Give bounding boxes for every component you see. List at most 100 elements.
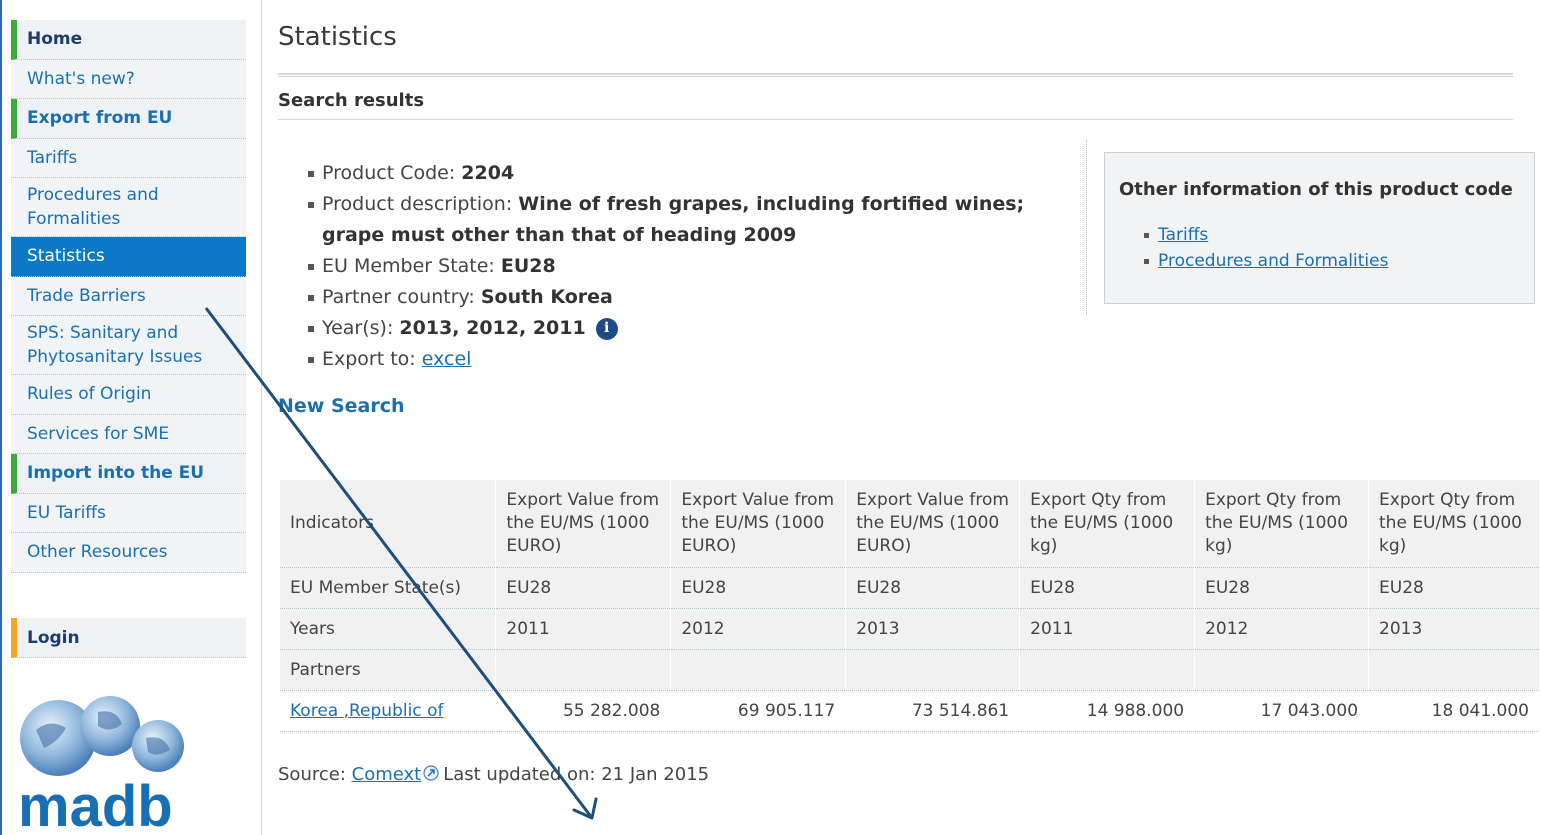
table-cell: EU Member State(s) <box>280 567 497 609</box>
list-item: Procedures and Formalities <box>1144 248 1534 274</box>
madb-logo: madb <box>18 696 184 830</box>
sidebar-item-label: Other Resources <box>27 542 168 563</box>
logo-text: madb <box>18 774 173 830</box>
partner-value: South Korea <box>480 286 613 308</box>
sidebar-item-label: EU Tariffs <box>27 502 106 523</box>
sidebar-item-whats-new[interactable]: What's new? <box>11 59 246 99</box>
sidebar-item-label: Rules of Origin <box>27 384 152 405</box>
sidebar-item-other-resources[interactable]: Other Resources <box>11 533 246 573</box>
last-updated-text: Last updated on: 21 Jan 2015 <box>443 764 710 785</box>
description-label: Product description: <box>322 193 513 215</box>
sidebar-item-label: Trade Barriers <box>27 285 146 306</box>
sidebar-item-eu-tariffs[interactable]: EU Tariffs <box>11 493 246 533</box>
table-header-row: Indicators Export Value from the EU/MS (… <box>280 480 1540 568</box>
sidebar-edge <box>0 0 2 835</box>
list-item: Product Code: 2204 <box>308 158 1088 189</box>
sidebar-item-label: Export from EU <box>27 108 173 129</box>
table-row: Korea ,Republic of 55 282.008 69 905.117… <box>280 690 1540 732</box>
table-header-cell: Indicators <box>280 480 497 568</box>
table-cell <box>1194 649 1370 691</box>
sidebar-item-label: Import into the EU <box>27 463 205 484</box>
other-info-box: Other information of this product code T… <box>1104 152 1535 304</box>
login-link[interactable]: Login <box>11 618 246 658</box>
table-cell: 2011 <box>1019 608 1196 650</box>
table-header-cell: Export Qty from the EU/MS (1000 kg) <box>1194 480 1370 568</box>
table-cell: Korea ,Republic of <box>280 690 497 732</box>
member-state-value: EU28 <box>500 255 556 277</box>
table-cell: 17 043.000 <box>1194 690 1370 732</box>
sidebar-item-home[interactable]: Home <box>11 20 246 60</box>
table-cell: 55 282.008 <box>495 690 672 732</box>
info-icon[interactable]: i <box>595 317 618 340</box>
sidebar-item-sps[interactable]: SPS: Sanitary and Phytosanitary Issues <box>11 316 246 375</box>
table-cell: EU28 <box>670 567 847 609</box>
table-cell <box>495 649 672 691</box>
sidebar-item-label: Procedures and Formalities <box>27 185 159 229</box>
table-cell: 2013 <box>1368 608 1540 650</box>
sidebar: Home What's new? Export from EU Tariffs … <box>0 0 262 835</box>
member-state-label: EU Member State: <box>322 255 495 277</box>
sidebar-item-services-sme[interactable]: Services for SME <box>11 414 246 454</box>
product-code-label: Product Code: <box>322 162 456 184</box>
partner-link[interactable]: Korea ,Republic of <box>290 701 443 721</box>
partner-label: Partner country: <box>322 286 475 308</box>
new-search-link[interactable]: New Search <box>278 395 405 417</box>
table-cell: 73 514.861 <box>845 690 1021 732</box>
list-item: Year(s): 2013, 2012, 2011 i <box>308 313 1088 344</box>
years-value: 2013, 2012, 2011 <box>399 317 586 339</box>
sidebar-item-label: Tariffs <box>27 147 78 168</box>
table-cell: 18 041.000 <box>1368 690 1540 732</box>
product-code-value: 2204 <box>461 162 515 184</box>
table-cell: 2012 <box>670 608 847 650</box>
list-item: Product description: Wine of fresh grape… <box>308 189 1088 251</box>
sidebar-item-label: Home <box>27 29 83 50</box>
other-info-procedures-link[interactable]: Procedures and Formalities <box>1158 251 1388 271</box>
table-cell: 2011 <box>495 608 672 650</box>
table-cell <box>670 649 847 691</box>
section-title: Search results <box>278 90 425 111</box>
external-link-icon[interactable] <box>423 765 439 781</box>
table-cell: 14 988.000 <box>1019 690 1196 732</box>
source-label: Source: <box>278 764 346 785</box>
table-cell: 2012 <box>1194 608 1370 650</box>
sidebar-item-tariffs[interactable]: Tariffs <box>11 138 246 178</box>
table-cell <box>1368 649 1540 691</box>
sidebar-item-label: SPS: Sanitary and Phytosanitary Issues <box>27 323 203 367</box>
table-cell: EU28 <box>1194 567 1370 609</box>
search-summary: Product Code: 2204 Product description: … <box>308 158 1088 375</box>
table-header-cell: Export Value from the EU/MS (1000 EURO) <box>845 480 1021 568</box>
sidebar-item-statistics[interactable]: Statistics <box>11 237 246 277</box>
other-info-tariffs-link[interactable]: Tariffs <box>1158 225 1208 245</box>
sidebar-item-label: What's new? <box>27 68 135 89</box>
login-label: Login <box>27 627 80 648</box>
title-divider <box>278 73 1513 77</box>
table-row: Partners <box>280 649 1540 691</box>
sidebar-item-label: Statistics <box>27 246 105 267</box>
years-label: Year(s): <box>322 317 394 339</box>
vertical-divider <box>1086 140 1087 315</box>
section-divider <box>278 119 1513 120</box>
list-item: Export to: excel <box>308 344 1088 375</box>
table-header-cell: Export Qty from the EU/MS (1000 kg) <box>1019 480 1196 568</box>
list-item: Partner country: South Korea <box>308 282 1088 313</box>
sidebar-item-label: Services for SME <box>27 423 170 444</box>
export-label: Export to: <box>322 348 416 370</box>
table-cell: EU28 <box>495 567 672 609</box>
export-excel-link[interactable]: excel <box>422 348 472 370</box>
table-cell <box>1019 649 1196 691</box>
table-cell: 2013 <box>845 608 1021 650</box>
sidebar-item-trade-barriers[interactable]: Trade Barriers <box>11 276 246 316</box>
table-row: EU Member State(s) EU28 EU28 EU28 EU28 E… <box>280 567 1540 609</box>
page-title: Statistics <box>278 22 397 52</box>
table-cell: EU28 <box>1019 567 1196 609</box>
table-cell: EU28 <box>1368 567 1540 609</box>
sidebar-item-export-from-eu[interactable]: Export from EU <box>11 99 246 139</box>
sidebar-item-import-into-eu[interactable]: Import into the EU <box>11 454 246 494</box>
sidebar-item-rules-of-origin[interactable]: Rules of Origin <box>11 375 246 415</box>
comext-link[interactable]: Comext <box>352 764 422 785</box>
table-cell <box>845 649 1021 691</box>
table-cell: Years <box>280 608 497 650</box>
other-info-title: Other information of this product code <box>1119 179 1513 200</box>
sidebar-item-procedures[interactable]: Procedures and Formalities <box>11 178 246 237</box>
sidebar-nav: Home What's new? Export from EU Tariffs … <box>11 20 246 573</box>
